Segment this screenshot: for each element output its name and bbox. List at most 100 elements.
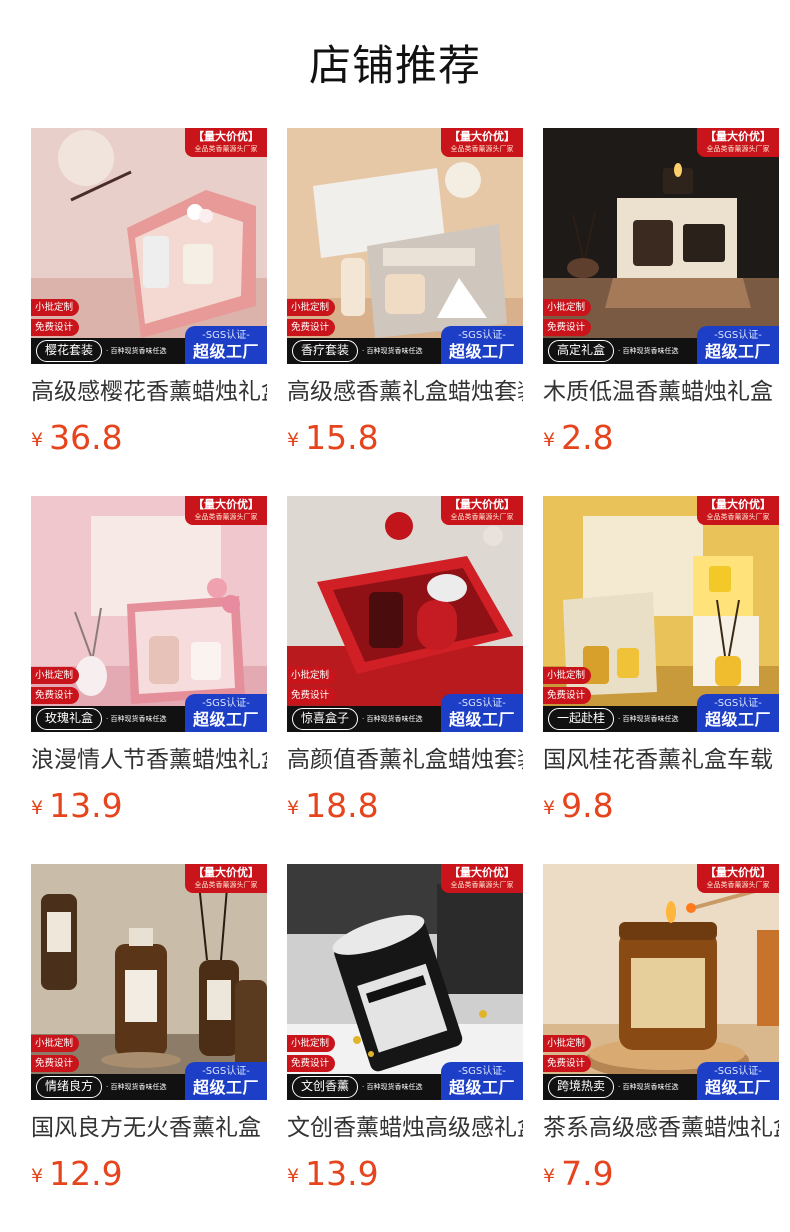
custom-tag: 小批定制 (31, 299, 80, 316)
sgs-badge: -SGS认证- 超级工厂 (441, 694, 523, 732)
product-image[interactable]: 【量大价优】 全品类香薰源头厂家 小批定制 免费设计 情绪良方 · 百种现货香味… (31, 864, 267, 1100)
promo-badge: 【量大价优】 全品类香薰源头厂家 (441, 864, 523, 893)
product-card[interactable]: 【量大价优】 全品类香薰源头厂家 小批定制 免费设计 玫瑰礼盒 · 百种现货香味… (31, 496, 267, 825)
product-image[interactable]: 【量大价优】 全品类香薰源头厂家 小批定制 免费设计 文创香薰 · 百种现货香味… (287, 864, 523, 1100)
product-card[interactable]: 【量大价优】 全品类香薰源头厂家 小批定制 免费设计 跨境热卖 · 百种现货香味… (543, 864, 779, 1193)
product-image[interactable]: 【量大价优】 全品类香薰源头厂家 小批定制 免费设计 香疗套装 · 百种现货香味… (287, 128, 523, 364)
custom-tag: 小批定制 (543, 667, 592, 684)
product-name[interactable]: 高颜值香薰礼盒蜡烛套装 (287, 744, 523, 776)
page-title: 店铺推荐 (308, 41, 481, 90)
custom-tag: 小批定制 (287, 1035, 336, 1052)
currency-symbol: ¥ (31, 797, 44, 819)
product-price: ¥7.9 (543, 1154, 614, 1194)
currency-symbol: ¥ (287, 797, 300, 819)
series-pill: 跨境热卖 (548, 1076, 615, 1098)
product-name[interactable]: 茶系高级感香薰蜡烛礼盒 (543, 1112, 779, 1144)
design-tag: 免费设计 (543, 319, 592, 336)
design-tag: 免费设计 (543, 687, 592, 704)
product-name[interactable]: 浪漫情人节香薰蜡烛礼盒 (31, 744, 267, 776)
sgs-badge: -SGS认证- 超级工厂 (185, 694, 267, 732)
product-image[interactable]: 【量大价优】 全品类香薰源头厂家 小批定制 免费设计 樱花套装 · 百种现货香味… (31, 128, 267, 364)
product-price: ¥9.8 (543, 786, 614, 826)
promo-badge: 【量大价优】 全品类香薰源头厂家 (185, 128, 267, 157)
series-pill: 樱花套装 (36, 340, 103, 362)
product-name[interactable]: 国风桂花香薰礼盒车载 (543, 744, 779, 776)
design-tag: 免费设计 (287, 319, 336, 336)
series-pill: 高定礼盒 (548, 340, 615, 362)
price-amount: 18.8 (305, 786, 379, 825)
custom-tag: 小批定制 (543, 299, 592, 316)
product-image[interactable]: 【量大价优】 全品类香薰源头厂家 小批定制 免费设计 玫瑰礼盒 · 百种现货香味… (31, 496, 267, 732)
custom-tag: 小批定制 (287, 667, 336, 684)
product-card[interactable]: 【量大价优】 全品类香薰源头厂家 小批定制 免费设计 情绪良方 · 百种现货香味… (31, 864, 267, 1193)
product-card[interactable]: 【量大价优】 全品类香薰源头厂家 小批定制 免费设计 一起赴桂 · 百种现货香味… (543, 496, 779, 825)
currency-symbol: ¥ (31, 429, 44, 451)
design-tag: 免费设计 (31, 319, 80, 336)
product-grid: 【量大价优】 全品类香薰源头厂家 小批定制 免费设计 樱花套装 · 百种现货香味… (31, 128, 790, 1232)
product-name[interactable]: 木质低温香薰蜡烛礼盒 (543, 376, 779, 408)
product-price: ¥18.8 (287, 786, 379, 826)
pitch-text: · 百种现货香味任选 (362, 347, 423, 355)
store-recommend-page: 店铺推荐 【量大价优】 全品类香薰源头厂家 小批定制 免费设计 樱花套装 · 百… (0, 0, 790, 1232)
currency-symbol: ¥ (31, 1165, 44, 1187)
product-card[interactable]: 【量大价优】 全品类香薰源头厂家 小批定制 免费设计 惊喜盒子 · 百种现货香味… (287, 496, 523, 825)
series-pill: 文创香薰 (292, 1076, 359, 1098)
product-card[interactable]: 【量大价优】 全品类香薰源头厂家 小批定制 免费设计 香疗套装 · 百种现货香味… (287, 128, 523, 457)
pitch-text: · 百种现货香味任选 (362, 715, 423, 723)
currency-symbol: ¥ (543, 1165, 556, 1187)
custom-tag: 小批定制 (31, 667, 80, 684)
price-amount: 13.9 (49, 786, 123, 825)
price-amount: 36.8 (49, 418, 123, 457)
product-image[interactable]: 【量大价优】 全品类香薰源头厂家 小批定制 免费设计 一起赴桂 · 百种现货香味… (543, 496, 779, 732)
pitch-text: · 百种现货香味任选 (106, 715, 167, 723)
price-amount: 9.8 (561, 786, 614, 825)
promo-badge: 【量大价优】 全品类香薰源头厂家 (185, 864, 267, 893)
series-pill: 香疗套装 (292, 340, 359, 362)
product-price: ¥2.8 (543, 418, 614, 458)
series-pill: 一起赴桂 (548, 708, 615, 730)
promo-badge: 【量大价优】 全品类香薰源头厂家 (697, 128, 779, 157)
product-name[interactable]: 高级感香薰礼盒蜡烛套装 (287, 376, 523, 408)
design-tag: 免费设计 (287, 1055, 336, 1072)
pitch-text: · 百种现货香味任选 (618, 1083, 679, 1091)
product-card[interactable]: 【量大价优】 全品类香薰源头厂家 小批定制 免费设计 樱花套装 · 百种现货香味… (31, 128, 267, 457)
currency-symbol: ¥ (543, 797, 556, 819)
design-tag: 免费设计 (31, 1055, 80, 1072)
product-image[interactable]: 【量大价优】 全品类香薰源头厂家 小批定制 免费设计 跨境热卖 · 百种现货香味… (543, 864, 779, 1100)
promo-badge: 【量大价优】 全品类香薰源头厂家 (441, 128, 523, 157)
pitch-text: · 百种现货香味任选 (106, 347, 167, 355)
sgs-badge: -SGS认证- 超级工厂 (185, 326, 267, 364)
product-price: ¥15.8 (287, 418, 379, 458)
price-amount: 15.8 (305, 418, 379, 457)
price-amount: 2.8 (561, 418, 614, 457)
product-price: ¥12.9 (31, 1154, 123, 1194)
price-amount: 7.9 (561, 1154, 614, 1193)
product-image[interactable]: 【量大价优】 全品类香薰源头厂家 小批定制 免费设计 惊喜盒子 · 百种现货香味… (287, 496, 523, 732)
product-card[interactable]: 【量大价优】 全品类香薰源头厂家 小批定制 免费设计 高定礼盒 · 百种现货香味… (543, 128, 779, 457)
pitch-text: · 百种现货香味任选 (618, 347, 679, 355)
product-price: ¥13.9 (31, 786, 123, 826)
custom-tag: 小批定制 (31, 1035, 80, 1052)
sgs-badge: -SGS认证- 超级工厂 (697, 1062, 779, 1100)
product-price: ¥13.9 (287, 1154, 379, 1194)
product-price: ¥36.8 (31, 418, 123, 458)
product-name[interactable]: 文创香薰蜡烛高级感礼盒 (287, 1112, 523, 1144)
sgs-badge: -SGS认证- 超级工厂 (185, 1062, 267, 1100)
product-card[interactable]: 【量大价优】 全品类香薰源头厂家 小批定制 免费设计 文创香薰 · 百种现货香味… (287, 864, 523, 1193)
series-pill: 情绪良方 (36, 1076, 103, 1098)
custom-tag: 小批定制 (287, 299, 336, 316)
price-amount: 12.9 (49, 1154, 123, 1193)
promo-badge: 【量大价优】 全品类香薰源头厂家 (185, 496, 267, 525)
product-name[interactable]: 高级感樱花香薰蜡烛礼盒 (31, 376, 267, 408)
design-tag: 免费设计 (31, 687, 80, 704)
sgs-badge: -SGS认证- 超级工厂 (441, 1062, 523, 1100)
product-image[interactable]: 【量大价优】 全品类香薰源头厂家 小批定制 免费设计 高定礼盒 · 百种现货香味… (543, 128, 779, 364)
sgs-badge: -SGS认证- 超级工厂 (697, 694, 779, 732)
design-tag: 免费设计 (287, 687, 336, 704)
promo-badge: 【量大价优】 全品类香薰源头厂家 (697, 864, 779, 893)
price-amount: 13.9 (305, 1154, 379, 1193)
product-name[interactable]: 国风良方无火香薰礼盒 (31, 1112, 267, 1144)
series-pill: 惊喜盒子 (292, 708, 359, 730)
promo-badge: 【量大价优】 全品类香薰源头厂家 (441, 496, 523, 525)
pitch-text: · 百种现货香味任选 (362, 1083, 423, 1091)
